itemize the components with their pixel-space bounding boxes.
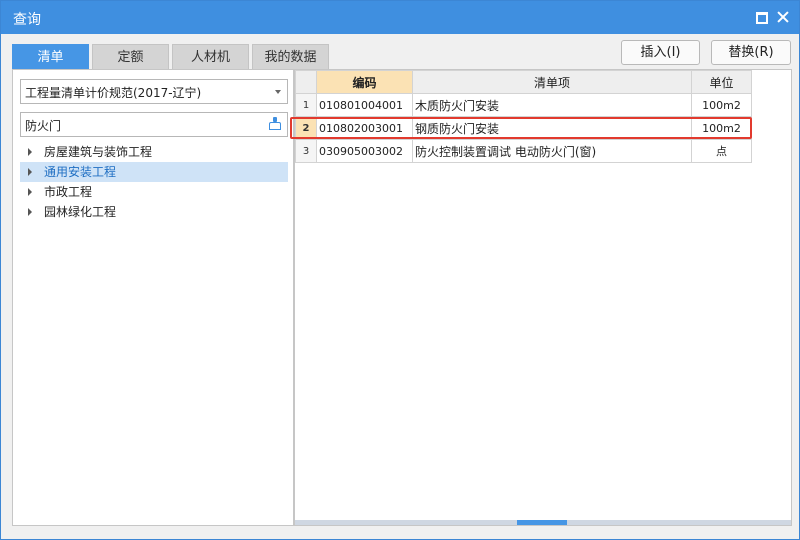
spec-select-value: 工程量清单计价规范(2017-辽宁) (25, 86, 202, 100)
title-bar[interactable]: 查询 (1, 1, 799, 34)
results-panel: 编码 清单项 单位 1 010801004001 木质防火门安装 100m2 2… (290, 69, 792, 526)
expand-arrow-icon[interactable] (28, 148, 32, 156)
table-row[interactable]: 1 010801004001 木质防火门安装 100m2 (295, 93, 752, 117)
column-header-unit[interactable]: 单位 (691, 70, 752, 94)
tree-item-label: 园林绿化工程 (44, 205, 117, 219)
cell-unit[interactable]: 100m2 (691, 116, 752, 140)
cell-code[interactable]: 030905003002 (316, 139, 413, 163)
table-row[interactable]: 3 030905003002 防火控制装置调试 电动防火门(窗) 点 (295, 139, 752, 163)
row-number[interactable]: 1 (295, 93, 317, 117)
tree-item-label: 房屋建筑与装饰工程 (44, 145, 153, 159)
search-input-value: 防火门 (25, 119, 62, 133)
results-table: 编码 清单项 单位 1 010801004001 木质防火门安装 100m2 2… (295, 70, 752, 163)
table-header-row: 编码 清单项 单位 (295, 70, 752, 94)
close-icon[interactable] (776, 10, 790, 24)
cell-item[interactable]: 木质防火门安装 (412, 93, 692, 117)
chevron-down-icon[interactable] (275, 90, 281, 94)
tab-bill[interactable]: 清单 (12, 44, 89, 71)
cell-item[interactable]: 防火控制装置调试 电动防火门(窗) (412, 139, 692, 163)
category-tree: 房屋建筑与装饰工程 通用安装工程 市政工程 园林绿化工程 (20, 142, 288, 222)
tree-item-label: 市政工程 (44, 185, 93, 199)
cell-unit[interactable]: 点 (691, 139, 752, 163)
tab-my-data[interactable]: 我的数据 (252, 44, 329, 70)
tree-item-label: 通用安装工程 (44, 165, 117, 179)
cell-code[interactable]: 010801004001 (316, 93, 413, 117)
tab-quota[interactable]: 定额 (92, 44, 169, 70)
window-title: 查询 (13, 12, 41, 28)
expand-arrow-icon[interactable] (28, 208, 32, 216)
cell-code[interactable]: 010802003001 (316, 116, 413, 140)
maximize-icon[interactable] (754, 10, 768, 24)
expand-arrow-icon[interactable] (28, 168, 32, 176)
insert-button[interactable]: 插入(I) (621, 40, 700, 65)
clear-icon[interactable] (268, 117, 282, 131)
row-number[interactable]: 2 (295, 116, 317, 140)
table-row[interactable]: 2 010802003001 钢质防火门安装 100m2 (295, 116, 752, 140)
column-header-code[interactable]: 编码 (316, 70, 413, 94)
replace-button[interactable]: 替换(R) (711, 40, 791, 65)
tab-materials[interactable]: 人材机 (172, 44, 249, 70)
column-header-item[interactable]: 清单项 (412, 70, 692, 94)
row-number[interactable]: 3 (295, 139, 317, 163)
horizontal-scrollbar[interactable] (295, 520, 791, 525)
tree-item-landscape[interactable]: 园林绿化工程 (20, 202, 288, 222)
tree-item-installation[interactable]: 通用安装工程 (20, 162, 288, 182)
scrollbar-thumb[interactable] (517, 520, 567, 525)
expand-arrow-icon[interactable] (28, 188, 32, 196)
cell-unit[interactable]: 100m2 (691, 93, 752, 117)
cell-item[interactable]: 钢质防火门安装 (412, 116, 692, 140)
spec-select[interactable]: 工程量清单计价规范(2017-辽宁) (20, 79, 288, 104)
search-input[interactable]: 防火门 (20, 112, 288, 137)
tree-item-municipal[interactable]: 市政工程 (20, 182, 288, 202)
corner-header (295, 70, 317, 94)
left-panel: 工程量清单计价规范(2017-辽宁) 防火门 房屋建筑与装饰工程 通用安装工程 … (12, 69, 294, 526)
query-dialog: 查询 清单 定额 人材机 我的数据 插入(I) 替换(R) 工程量清单计价规范(… (0, 0, 800, 540)
tree-item-building[interactable]: 房屋建筑与装饰工程 (20, 142, 288, 162)
